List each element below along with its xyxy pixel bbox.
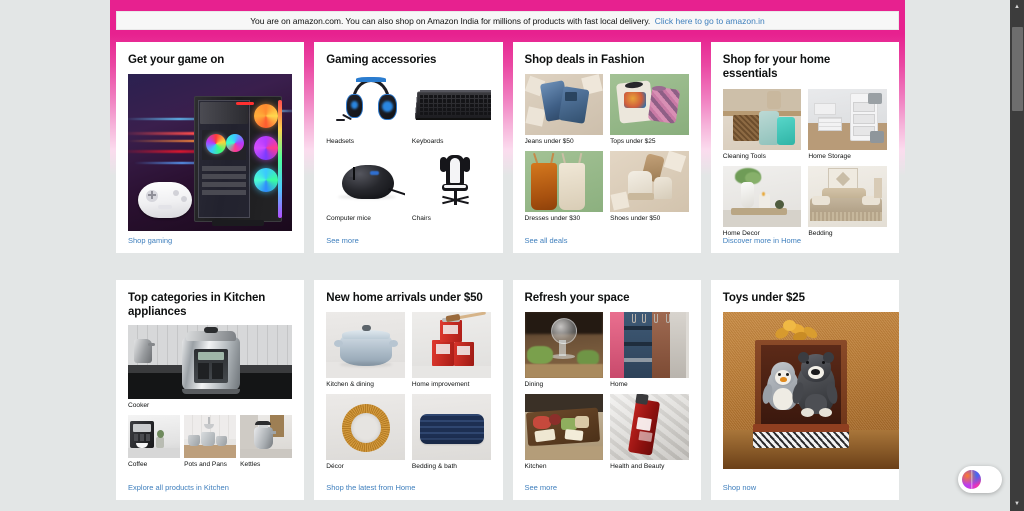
tile-label: Cleaning Tools	[722, 152, 766, 160]
tile-label: Kettles	[240, 460, 261, 468]
tile-tops-under-25[interactable]: Tops under $25	[610, 74, 689, 146]
card-link-see-more[interactable]: See more	[326, 236, 359, 245]
tile-label: Home	[610, 381, 628, 389]
tile-label: Health and Beauty	[610, 463, 665, 471]
gradient-orb-icon	[962, 470, 981, 489]
tile-health-and-beauty[interactable]: Health and Beauty	[610, 394, 689, 471]
tile-keyboards[interactable]: Keyboards	[411, 74, 491, 146]
card-title: New home arrivals under $50	[326, 292, 483, 304]
tile-coffee[interactable]: Coffee	[128, 414, 181, 469]
tile-dining[interactable]: Dining	[524, 312, 604, 389]
card-get-your-game-on[interactable]: Get your game on Shop gaming	[116, 42, 305, 253]
tile-label: Tops under $25	[610, 138, 656, 146]
tile-bedding[interactable]: Bedding	[808, 165, 887, 238]
locale-banner-link[interactable]: Click here to go to amazon.in	[655, 16, 765, 26]
cooker-image[interactable]	[128, 324, 293, 399]
card-link-see-all-deals[interactable]: See all deals	[525, 236, 568, 245]
cooker-label: Cooker	[128, 401, 150, 409]
card-title: Refresh your space	[524, 292, 630, 304]
tile-label: Home Storage	[808, 152, 851, 160]
tile-grid: Coffee Pots and Pans Kettles	[128, 414, 293, 469]
tile-headsets[interactable]: Headsets	[326, 74, 405, 146]
tile-label: Chairs	[411, 215, 431, 223]
locale-banner-text: You are on amazon.com. You can also shop…	[250, 15, 651, 26]
card-title: Gaming accessories	[326, 54, 437, 66]
card-shop-for-your-home-essentials[interactable]: Shop for your home essentials Cleaning T…	[710, 42, 899, 253]
tile-home-textiles[interactable]: Home	[610, 312, 689, 389]
tile-kettles[interactable]: Kettles	[240, 414, 293, 469]
tile-label: Dining	[524, 381, 544, 389]
tile-label: Décor	[326, 463, 344, 471]
card-new-home-arrivals-under-50[interactable]: New home arrivals under $50 Kitchen & di…	[314, 280, 503, 500]
card-gaming-accessories[interactable]: Gaming accessories Headsets Keyboards Co…	[314, 42, 503, 253]
tile-label: Computer mice	[326, 215, 371, 223]
card-link-shop-the-latest-from-home[interactable]: Shop the latest from Home	[326, 483, 415, 492]
tile-kitchen[interactable]: Kitchen	[524, 394, 604, 471]
amazon-homepage-content: You are on amazon.com. You can also shop…	[110, 0, 905, 511]
card-title: Shop deals in Fashion	[524, 54, 645, 66]
tile-kitchen-and-dining[interactable]: Kitchen & dining	[326, 312, 405, 389]
tile-grid: Dining Home Kitchen Health and Beauty	[524, 312, 689, 471]
card-link-see-more[interactable]: See more	[525, 483, 558, 492]
tile-grid: Cleaning Tools Home Storage Home Decor B…	[722, 88, 887, 238]
tile-cleaning-tools[interactable]: Cleaning Tools	[722, 88, 802, 161]
tile-decor[interactable]: Décor	[326, 394, 405, 471]
card-title: Shop for your home essentials	[722, 54, 831, 81]
tile-jeans-under-50[interactable]: Jeans under $50	[524, 74, 604, 146]
tile-label: Shoes under $50	[610, 215, 661, 223]
card-title: Toys under $25	[722, 292, 805, 304]
card-top-categories-in-kitchen-appliances[interactable]: Top categories in Kitchen appliances Coo…	[116, 280, 305, 500]
tile-label: Dresses under $30	[524, 215, 581, 223]
card-row-bottom: Top categories in Kitchen appliances Coo…	[116, 280, 899, 500]
ai-assistant-button[interactable]	[958, 466, 1002, 493]
tile-label: Bedding & bath	[411, 463, 457, 471]
tile-label: Bedding	[808, 229, 833, 237]
tile-label: Home improvement	[411, 381, 470, 389]
card-row-top: Get your game on Shop gaming Gaming acce…	[116, 42, 899, 253]
scroll-up-arrow-icon[interactable]: ▲	[1010, 0, 1024, 14]
tile-grid: Kitchen & dining Home improvement Décor …	[326, 312, 491, 471]
scroll-down-arrow-icon[interactable]: ▼	[1010, 497, 1024, 511]
tile-home-improvement[interactable]: Home improvement	[411, 312, 491, 389]
tile-label: Jeans under $50	[524, 138, 574, 146]
locale-redirect-banner: You are on amazon.com. You can also shop…	[116, 11, 899, 30]
tile-label: Keyboards	[411, 138, 444, 146]
toys-image[interactable]	[722, 312, 899, 470]
tile-label: Coffee	[128, 460, 148, 468]
card-title: Get your game on	[128, 54, 225, 66]
browser-viewport: You are on amazon.com. You can also shop…	[0, 0, 1024, 511]
tile-computer-mice[interactable]: Computer mice	[326, 151, 405, 223]
gaming-pc-image[interactable]	[128, 74, 293, 232]
tile-home-storage[interactable]: Home Storage	[808, 88, 887, 161]
tile-label: Pots and Pans	[184, 460, 227, 468]
tile-home-decor[interactable]: Home Decor	[722, 165, 802, 238]
card-shop-deals-in-fashion[interactable]: Shop deals in Fashion Jeans under $50 To…	[512, 42, 701, 253]
card-link-discover-more-in-home[interactable]: Discover more in Home	[723, 236, 801, 245]
card-link-shop-now[interactable]: Shop now	[723, 483, 756, 492]
card-toys-under-25[interactable]: Toys under $25 Shop now	[710, 280, 899, 500]
tile-grid: Jeans under $50 Tops under $25 Dresses u…	[524, 74, 689, 223]
tile-dresses-under-30[interactable]: Dresses under $30	[524, 151, 604, 223]
tile-shoes-under-50[interactable]: Shoes under $50	[610, 151, 689, 223]
tile-pots-and-pans[interactable]: Pots and Pans	[184, 414, 237, 469]
vertical-scrollbar[interactable]: ▲ ▼	[1010, 0, 1024, 511]
card-refresh-your-space[interactable]: Refresh your space Dining Home Kitchen H…	[512, 280, 701, 500]
card-link-shop-gaming[interactable]: Shop gaming	[128, 236, 172, 245]
card-title: Top categories in Kitchen appliances	[128, 292, 266, 319]
card-link-explore-all-products-in-kitchen[interactable]: Explore all products in Kitchen	[128, 483, 229, 492]
tile-chairs[interactable]: Chairs	[411, 151, 491, 223]
tile-label: Kitchen	[524, 463, 547, 471]
tile-label: Headsets	[326, 138, 355, 146]
tile-label: Kitchen & dining	[326, 381, 374, 389]
scrollbar-thumb[interactable]	[1012, 27, 1023, 111]
tile-bedding-and-bath[interactable]: Bedding & bath	[411, 394, 491, 471]
tile-grid: Headsets Keyboards Computer mice Chairs	[326, 74, 491, 223]
